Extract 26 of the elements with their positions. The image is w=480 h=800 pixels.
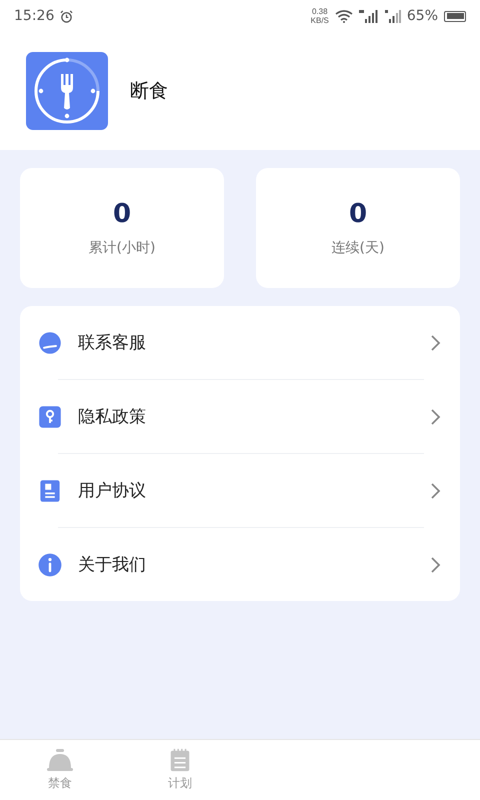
- speed-unit: KB/S: [310, 16, 329, 25]
- stat-value: 0: [348, 199, 368, 229]
- chevron-right-icon: [430, 408, 442, 426]
- menu-item[interactable]: 关于我们: [20, 528, 460, 601]
- document-icon: [38, 478, 62, 502]
- battery-icon: [444, 10, 466, 22]
- clock-time: 15:26: [14, 8, 54, 24]
- key-icon: [38, 404, 62, 428]
- stat-value: 0: [112, 199, 132, 229]
- alarm-icon: [60, 10, 74, 22]
- signal-icon: [358, 10, 379, 22]
- signal-icon: [384, 10, 401, 22]
- battery-percent: 65%: [406, 8, 438, 24]
- stat-label: 连续(天): [332, 239, 384, 257]
- chevron-right-icon: [430, 556, 442, 574]
- network-speed: 0.38: [312, 7, 328, 16]
- stat-label: 累计(小时): [88, 239, 156, 257]
- dish-cover-icon: [46, 748, 74, 772]
- menu-item[interactable]: 隐私政策: [20, 380, 460, 453]
- chevron-right-icon: [430, 482, 442, 500]
- wifi-icon: [334, 10, 353, 22]
- chevron-right-icon: [430, 334, 442, 352]
- menu-item[interactable]: 用户协议: [20, 454, 460, 527]
- menu-item[interactable]: 联系客服: [20, 306, 460, 379]
- info-icon: [38, 552, 62, 576]
- app-title: 断食: [130, 79, 168, 104]
